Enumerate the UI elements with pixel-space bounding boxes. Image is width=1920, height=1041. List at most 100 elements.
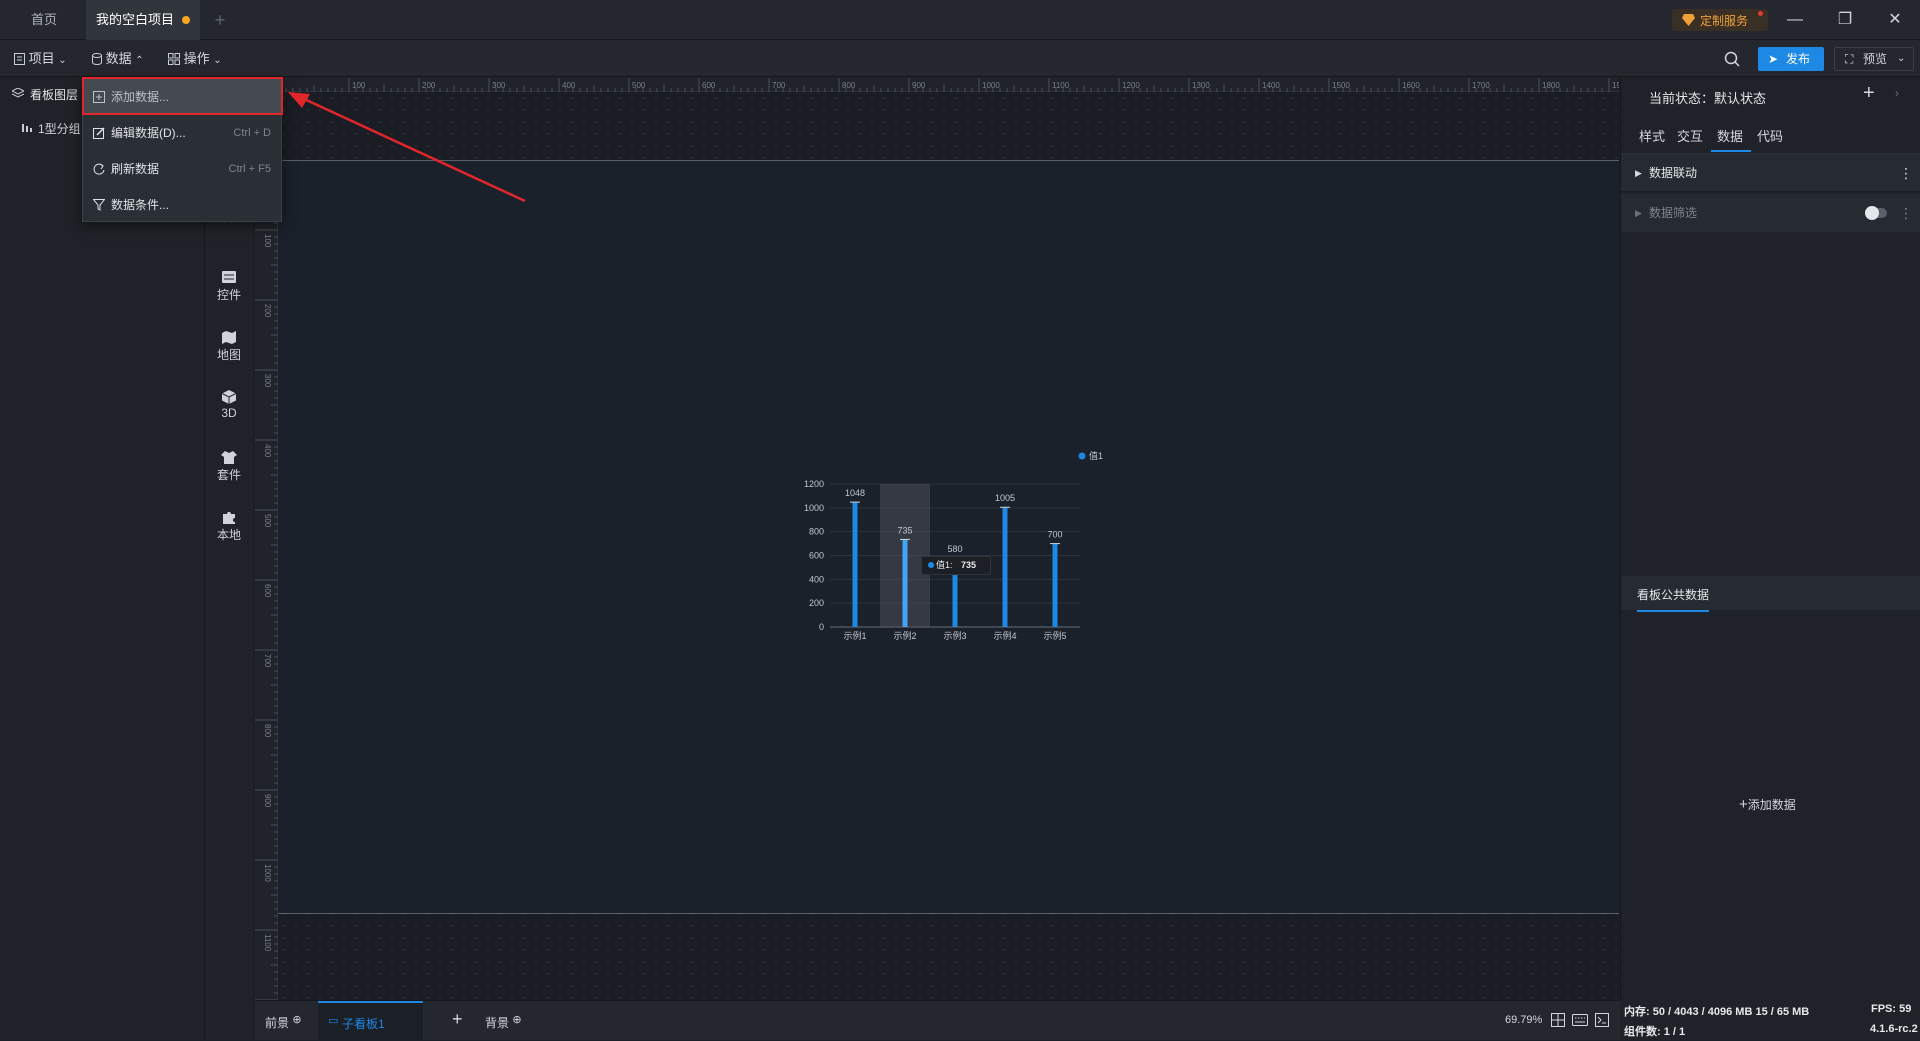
tab-interaction[interactable]: 交互 [1677, 126, 1703, 152]
tab-data[interactable]: 数据 [1711, 126, 1751, 152]
add-public-data-label: 添加数据 [1747, 798, 1796, 812]
restore-button[interactable]: ❐ [1820, 0, 1870, 40]
search-icon[interactable] [1724, 51, 1740, 67]
data-filter-label: 数据筛选 [1649, 206, 1698, 220]
terminal-icon[interactable] [1595, 1013, 1609, 1027]
tool-widget[interactable]: 控件 [205, 270, 253, 303]
bar[interactable] [902, 539, 908, 627]
preview-label: 预览 [1863, 52, 1888, 66]
more-icon[interactable]: ⋮ [1899, 154, 1913, 192]
tool-kit[interactable]: 套件 [205, 450, 253, 483]
chevron-right-icon[interactable]: › [1895, 86, 1899, 100]
puzzle-icon [223, 512, 235, 524]
ruler-label: 1900 [1612, 81, 1619, 90]
ruler-vertical[interactable]: 100200300400500600700800900100011001200 [255, 92, 278, 1022]
legend-marker [1078, 452, 1086, 460]
bar-chart[interactable]: 0 200 400 600 800 1000 1200 1048 示例1 735 示例2 580 示例3… [790, 440, 1110, 650]
version: 4.1.6-rc.2 [1870, 1023, 1918, 1035]
send-icon: ➤ [1768, 52, 1779, 66]
tooltip-label: 值1: [936, 560, 953, 570]
add-public-data-button[interactable]: +添加数据 [1739, 796, 1796, 813]
ruler-label: 1100 [263, 934, 272, 952]
tab-code[interactable]: 代码 [1757, 126, 1783, 152]
custom-service-label: 定制服务 [1700, 14, 1749, 28]
add-tab-button[interactable]: + [208, 0, 232, 40]
preview-button[interactable]: ⛶ 预览 ⌄ [1834, 47, 1914, 71]
minimize-button[interactable]: — [1770, 0, 1820, 40]
section-data-linkage[interactable]: ▶ 数据联动 ⋮ [1621, 154, 1920, 192]
chevron-down-icon: ⌄ [213, 55, 222, 66]
menu-project[interactable]: 项目 ⌄ [14, 48, 67, 70]
tab-style[interactable]: 样式 [1639, 126, 1665, 152]
title-bar: 首页 我的空白项目 + 定制服务 — ❐ ✕ [0, 0, 1920, 40]
keyboard-icon[interactable] [1572, 1014, 1588, 1026]
fullscreen-icon: ⛶ [1845, 52, 1854, 66]
menu-item-data-condition[interactable]: 数据条件... [83, 187, 281, 223]
menu-data-label: 数据 [105, 51, 132, 66]
bar[interactable] [1002, 507, 1008, 627]
bar[interactable] [852, 502, 858, 627]
tab-subboard[interactable]: ▭ 子看板1 [318, 1001, 423, 1041]
edit-icon [93, 127, 105, 139]
tool-kit-label: 套件 [216, 468, 241, 482]
ruler-label: 1800 [1542, 81, 1560, 90]
notification-dot [1758, 11, 1763, 16]
tool-local-label: 本地 [216, 528, 241, 542]
menu-data[interactable]: 数据 ⌃ [92, 48, 144, 70]
fit-screen-icon[interactable] [1551, 1013, 1565, 1027]
add-circle-icon[interactable]: ⊕ [512, 1014, 521, 1026]
menu-item-refresh-data[interactable]: 刷新数据 Ctrl + F5 [83, 151, 281, 187]
section-data-filter[interactable]: ▶ 数据筛选 ⋮ [1621, 194, 1920, 232]
publish-button[interactable]: ➤ 发布 [1758, 47, 1824, 71]
tool-map[interactable]: 地图 [205, 330, 253, 363]
data-linkage-label: 数据联动 [1649, 166, 1698, 180]
document-icon [14, 53, 25, 65]
x-tick-label: 示例3 [943, 630, 966, 641]
ruler-label: 500 [632, 81, 646, 90]
menu-item-refresh-data-label: 刷新数据 [111, 162, 160, 176]
add-circle-icon[interactable]: ⊕ [292, 1014, 301, 1026]
shortcut-refresh-data: Ctrl + F5 [228, 163, 271, 175]
bar-chart-svg: 0 200 400 600 800 1000 1200 1048 示例1 735 示例2 580 示例3… [804, 450, 1103, 641]
add-board-button[interactable]: + [452, 1009, 463, 1030]
tool-3d[interactable]: 3D [205, 390, 253, 420]
more-icon[interactable]: ⋮ [1899, 194, 1913, 232]
tab-public-data[interactable]: 看板公共数据 [1637, 586, 1710, 612]
menu-item-edit-data[interactable]: 编辑数据(D)... Ctrl + D [83, 115, 281, 151]
add-state-button[interactable]: + [1863, 82, 1875, 105]
tab-subboard-label: 子看板1 [342, 1017, 385, 1031]
menu-operation[interactable]: 操作 ⌄ [168, 48, 222, 70]
close-button[interactable]: ✕ [1870, 0, 1920, 40]
board-tabs-bar: 前景 ⊕ ▭ 子看板1 + 背景 ⊕ 69.79% [255, 1000, 1620, 1041]
tab-home[interactable]: 首页 [20, 0, 68, 40]
y-tick-label: 400 [809, 574, 824, 584]
ruler-label: 600 [263, 584, 272, 598]
tab-foreground[interactable]: 前景 ⊕ [265, 1013, 302, 1031]
tool-local[interactable]: 本地 [205, 510, 253, 543]
data-label: 1048 [845, 488, 865, 498]
ruler-vertical-ticks: 100200300400500600700800900100011001200 [255, 159, 278, 1022]
tooltip-value: 735 [961, 560, 977, 570]
ruler-label: 1500 [1332, 81, 1350, 90]
ruler-label: 700 [772, 81, 786, 90]
annotation-arrow [288, 92, 526, 203]
custom-service-button[interactable]: 定制服务 [1672, 9, 1768, 31]
bar[interactable] [1052, 543, 1058, 627]
layers-icon [12, 88, 24, 98]
tab-background[interactable]: 背景 ⊕ [485, 1013, 522, 1031]
legend-label[interactable]: 值1 [1089, 450, 1103, 461]
data-label: 580 [947, 544, 962, 554]
zoom-level[interactable]: 69.79% [1505, 1014, 1542, 1026]
chevron-down-icon: ⌄ [1897, 53, 1906, 64]
tab-foreground-label: 前景 [265, 1016, 290, 1030]
layer-group-label: 1型分组 [38, 122, 81, 136]
memory-status: 内存: 50 / 4043 / 4096 MB 15 / 65 MB [1624, 1006, 1810, 1018]
map-icon [222, 331, 236, 344]
toggle-knob [1865, 206, 1879, 220]
menu-project-label: 项目 [28, 51, 55, 66]
public-data-header: 看板公共数据 [1621, 576, 1920, 612]
ruler-label: 1200 [1122, 81, 1140, 90]
ruler-label: 300 [263, 374, 272, 388]
fps-status: FPS: 59 [1871, 1003, 1912, 1015]
ruler-label: 400 [562, 81, 576, 90]
